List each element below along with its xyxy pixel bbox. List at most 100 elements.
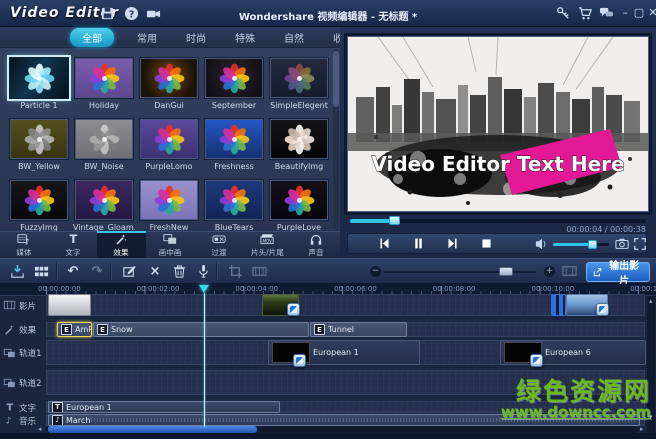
effect-thumb[interactable]: Vintage_Gloam... <box>73 179 135 232</box>
track-label: 轨道1 <box>19 346 42 358</box>
effect-thumb[interactable]: September <box>203 57 265 110</box>
previous-frame-button[interactable] <box>372 236 396 251</box>
undo-icon[interactable]: ↶ <box>64 263 82 280</box>
svg-text:?: ? <box>129 9 134 20</box>
effect-thumb[interactable]: BeautifyImg <box>268 118 330 171</box>
volume-slider[interactable] <box>553 243 609 246</box>
fit-timeline-icon[interactable] <box>560 263 578 280</box>
effect-thumb[interactable]: Particle 1 <box>8 57 70 110</box>
category-tab-4[interactable]: 特殊 <box>229 28 261 47</box>
library-scrollbar[interactable] <box>333 49 339 229</box>
minimize-button[interactable]: – <box>618 5 632 20</box>
next-frame-button[interactable] <box>440 236 464 251</box>
clip-european-6[interactable]: European 6 <box>500 340 646 365</box>
effect-thumb[interactable]: BlueTears <box>203 179 265 232</box>
crop-icon[interactable] <box>226 263 244 280</box>
camcorder-icon[interactable] <box>146 6 161 21</box>
asset-tab-pip[interactable]: 画中画 <box>146 232 195 258</box>
effect-thumb[interactable]: PurpleLove <box>268 179 330 232</box>
clip-european-1[interactable]: TEuropean 1 <box>48 401 280 413</box>
effect-thumb[interactable]: FreshNew <box>138 179 200 232</box>
redo-icon[interactable]: ↷ <box>88 263 106 280</box>
import-media-icon[interactable] <box>8 263 26 280</box>
clip-european-1[interactable]: European 1 <box>268 340 420 365</box>
clip-snow[interactable]: ESnow <box>93 322 309 337</box>
timeline-zoom-handle[interactable] <box>499 267 513 276</box>
library-scrollbar-thumb[interactable] <box>333 51 339 107</box>
feedback-chat-icon[interactable] <box>599 6 614 21</box>
clip-tunnel[interactable]: ETunnel <box>310 322 407 337</box>
effect-thumb[interactable]: SimpleElegent <box>268 57 330 110</box>
ruler-label: 00:00:06:00 <box>334 285 377 293</box>
asset-tab-media[interactable]: ♪媒体 <box>0 232 49 258</box>
transition-badge[interactable] <box>287 303 300 316</box>
trash-icon[interactable] <box>170 263 188 280</box>
effect-thumb[interactable]: Holiday <box>73 57 135 110</box>
effect-thumb[interactable]: DanGui <box>138 57 200 110</box>
export-movie-button[interactable]: 输出影片 <box>586 262 650 282</box>
video-frame: Video Editor Text Here <box>348 37 648 211</box>
effect-thumb[interactable]: FuzzyImg <box>8 179 70 232</box>
effect-thumb[interactable]: Freshness <box>203 118 265 171</box>
category-tab-3[interactable]: 时尚 <box>180 28 212 47</box>
filmstrip-icon[interactable] <box>250 263 268 280</box>
seek-handle[interactable] <box>389 216 400 225</box>
zoom-in-icon[interactable]: + <box>544 266 555 277</box>
effect-thumb[interactable]: BW_Noise <box>73 118 135 171</box>
seek-bar[interactable] <box>350 219 646 223</box>
timeline-zoom-slider[interactable] <box>384 271 536 273</box>
ruler-label: 00:00:00:00 <box>38 285 81 293</box>
pause-button[interactable] <box>406 236 430 251</box>
scroll-up-arrow-icon[interactable]: ▴ <box>649 298 653 305</box>
volume-icon[interactable] <box>534 237 550 251</box>
transition-badge[interactable] <box>596 303 609 316</box>
asset-tab-effects[interactable]: 效果 <box>97 231 146 258</box>
store-cart-icon[interactable] <box>578 6 593 21</box>
maximize-button[interactable]: ▢ <box>632 5 646 20</box>
record-voiceover-icon[interactable] <box>194 263 212 280</box>
transition-badge[interactable] <box>293 354 306 367</box>
edit-clip-icon[interactable] <box>120 263 138 280</box>
horizontal-scrollbar-thumb[interactable] <box>48 426 257 433</box>
close-button[interactable]: ✕ <box>646 5 656 20</box>
effect-name: SimpleElegent <box>268 101 330 110</box>
asset-tab-transition[interactable]: 过渡 <box>194 232 243 258</box>
transition-badge[interactable] <box>530 354 543 367</box>
clip-gray[interactable] <box>48 294 91 316</box>
category-tab-2[interactable]: 常用 <box>131 28 163 47</box>
fullscreen-icon[interactable] <box>632 237 648 251</box>
category-tab-1[interactable]: 全部 <box>70 28 114 47</box>
clip-type-chip: E <box>97 324 108 335</box>
category-tab-5[interactable]: 自然 <box>278 28 310 47</box>
asset-tab-sound[interactable]: 声音 <box>291 232 340 258</box>
effect-name: BW_Noise <box>73 162 135 171</box>
volume-handle[interactable] <box>588 240 597 249</box>
effect-preview <box>9 118 69 160</box>
effect-name: BW_Yellow <box>8 162 70 171</box>
help-icon[interactable]: ? <box>124 6 139 21</box>
clip-bars[interactable] <box>551 294 566 316</box>
scroll-left-arrow-icon[interactable]: ◂ <box>38 426 42 433</box>
effect-preview <box>204 57 264 99</box>
scroll-right-arrow-icon[interactable]: ▸ <box>640 426 644 433</box>
playhead-marker[interactable] <box>199 285 209 293</box>
delete-clip-icon[interactable]: × <box>146 263 164 280</box>
flower-graphic <box>23 123 56 156</box>
stop-button[interactable] <box>474 236 498 251</box>
register-key-icon[interactable] <box>556 6 571 21</box>
asset-tab-text[interactable]: T文字 <box>49 232 98 258</box>
toolbar-separator <box>56 263 57 280</box>
storyboard-view-icon[interactable] <box>32 263 50 280</box>
asset-tab-intro[interactable]: MOV片头/片尾 <box>243 232 292 258</box>
effects-grid: Particle 1HolidayDanGuiSeptemberSimpleEl… <box>0 47 334 231</box>
save-icon[interactable] <box>100 6 115 21</box>
effect-thumb[interactable]: PurpleLomo <box>138 118 200 171</box>
svg-text:♪: ♪ <box>6 416 12 426</box>
zoom-out-icon[interactable]: − <box>370 266 381 277</box>
watermark: 绿色资源网 www.downcc.com <box>501 379 651 421</box>
timeline-horizontal-scrollbar[interactable] <box>46 426 638 433</box>
effect-thumb[interactable]: BW_Yellow <box>8 118 70 171</box>
snapshot-camera-icon[interactable] <box>614 237 630 251</box>
effect-name: Freshness <box>203 162 265 171</box>
clip-ampl-[interactable]: EAmPl... <box>57 322 92 337</box>
